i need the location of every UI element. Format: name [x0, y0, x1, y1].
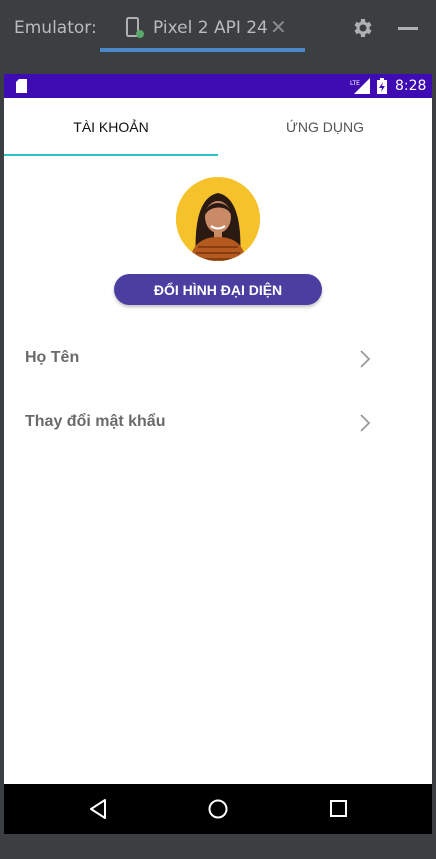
chevron-right-icon [360, 350, 371, 368]
chevron-right-icon [360, 414, 371, 432]
minimize-icon[interactable] [398, 27, 418, 30]
tab-bar: TÀI KHOẢN ỨNG DỤNG [4, 98, 432, 156]
gear-icon[interactable] [350, 16, 374, 40]
menu-item-change-password[interactable]: Thay đổi mật khẩu [4, 398, 432, 448]
tab-underline [100, 48, 305, 52]
device-screen: LTE 8:28 TÀI KHOẢN ỨNG DỤNG ĐỔI HÌNH ĐẠI… [4, 74, 432, 834]
device-icon [126, 17, 144, 38]
navigation-bar [4, 784, 432, 834]
close-icon[interactable]: ✕ [270, 15, 287, 39]
emulator-toolbar: Emulator: Pixel 2 API 24 ✕ [0, 0, 436, 52]
emulator-device-tab[interactable]: Pixel 2 API 24 ✕ [100, 0, 305, 52]
menu-item-label: Thay đổi mật khẩu [25, 413, 166, 430]
svg-text:LTE: LTE [350, 80, 360, 87]
recent-apps-icon[interactable] [330, 800, 347, 817]
battery-charging-icon [377, 78, 387, 94]
tab-account[interactable]: TÀI KHOẢN [4, 98, 218, 156]
lte-signal-icon: LTE [350, 78, 370, 94]
avatar[interactable] [176, 177, 260, 261]
status-time: 8:28 [395, 78, 427, 94]
tab-apps[interactable]: ỨNG DỤNG [218, 98, 432, 156]
avatar-portrait-icon [176, 177, 260, 261]
home-icon[interactable] [208, 799, 228, 819]
back-icon[interactable] [89, 799, 107, 819]
status-bar: LTE 8:28 [4, 74, 432, 98]
menu-item-full-name[interactable]: Họ Tên [4, 334, 432, 384]
tab-indicator [4, 154, 218, 156]
change-avatar-button[interactable]: ĐỔI HÌNH ĐẠI DIỆN [114, 274, 322, 305]
menu-item-label: Họ Tên [25, 349, 80, 366]
sd-card-icon [16, 79, 27, 93]
emulator-tab-title: Pixel 2 API 24 [153, 18, 268, 38]
emulator-label: Emulator: [14, 18, 97, 38]
